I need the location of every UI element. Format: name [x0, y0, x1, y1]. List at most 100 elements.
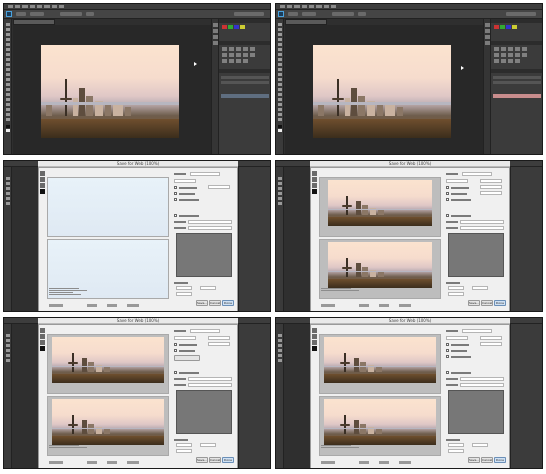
- view-tabs[interactable]: OriginalOptimized2-Up: [47, 328, 167, 343]
- zoom-tool-icon[interactable]: [312, 340, 317, 345]
- slice-select-tool-icon[interactable]: [312, 334, 317, 339]
- convert-srgb-checkbox[interactable]: [174, 371, 177, 374]
- quality-field[interactable]: [208, 185, 230, 189]
- original-preview[interactable]: [319, 177, 441, 237]
- color-table[interactable]: [176, 390, 232, 434]
- cancel-button[interactable]: Cancel: [481, 300, 493, 306]
- panel-dock[interactable]: [483, 19, 490, 154]
- optimized-preview[interactable]: [47, 396, 169, 456]
- progressive-checkbox[interactable]: [174, 343, 177, 346]
- color-table[interactable]: [448, 233, 504, 277]
- dialog-tools[interactable]: [312, 171, 318, 211]
- optimized-preview[interactable]: [47, 239, 169, 299]
- slice-select-tool-icon[interactable]: [40, 334, 45, 339]
- width-field[interactable]: [448, 286, 464, 290]
- hand-tool-icon[interactable]: [312, 171, 317, 176]
- cancel-button[interactable]: Cancel: [209, 457, 221, 463]
- progressive-checkbox[interactable]: [446, 343, 449, 346]
- width-field[interactable]: [176, 286, 192, 290]
- quality-field[interactable]: [480, 185, 502, 189]
- dialog-tools[interactable]: [40, 328, 46, 368]
- done-button[interactable]: Done: [494, 300, 506, 306]
- optimized-checkbox[interactable]: [174, 349, 177, 352]
- format-select[interactable]: [174, 336, 196, 340]
- metadata-select[interactable]: [188, 226, 232, 230]
- tools-panel[interactable]: [4, 324, 12, 468]
- color-table[interactable]: [176, 233, 232, 277]
- format-select[interactable]: [174, 179, 196, 183]
- done-button[interactable]: Done: [222, 457, 234, 463]
- done-button[interactable]: Done: [494, 457, 506, 463]
- optimized-preview[interactable]: [319, 239, 441, 299]
- view-tabs[interactable]: OriginalOptimized2-Up: [319, 171, 439, 186]
- quality-select[interactable]: [480, 336, 502, 340]
- percent-field[interactable]: [472, 443, 488, 447]
- dialog-tools[interactable]: [312, 328, 318, 368]
- format-select[interactable]: [446, 336, 468, 340]
- height-field[interactable]: [448, 449, 464, 453]
- metadata-select[interactable]: [460, 226, 504, 230]
- dialog-tools[interactable]: [40, 171, 46, 211]
- tools-panel[interactable]: [4, 167, 12, 311]
- quality-field[interactable]: [480, 342, 502, 346]
- eyedropper-color-icon[interactable]: [312, 346, 317, 351]
- metadata-select[interactable]: [460, 383, 504, 387]
- quality-field[interactable]: [208, 342, 230, 346]
- save-button[interactable]: Save...: [468, 300, 480, 306]
- panel-dock[interactable]: [211, 19, 218, 154]
- preview-select[interactable]: [460, 377, 504, 381]
- save-button[interactable]: Save...: [468, 457, 480, 463]
- preset-select[interactable]: [190, 172, 220, 176]
- done-button[interactable]: Done: [222, 300, 234, 306]
- blur-field[interactable]: [480, 191, 502, 195]
- format-select[interactable]: [446, 179, 468, 183]
- adjustments-panel[interactable]: [218, 19, 270, 154]
- width-field[interactable]: [448, 443, 464, 447]
- progressive-checkbox[interactable]: [446, 186, 449, 189]
- height-field[interactable]: [176, 449, 192, 453]
- progressive-checkbox[interactable]: [174, 186, 177, 189]
- canvas-area[interactable]: [13, 25, 211, 154]
- hand-tool-icon[interactable]: [312, 328, 317, 333]
- hand-tool-icon[interactable]: [40, 328, 45, 333]
- quality-select[interactable]: [208, 336, 230, 340]
- metadata-select[interactable]: [188, 383, 232, 387]
- optimized-checkbox[interactable]: [174, 192, 177, 195]
- slice-select-tool-icon[interactable]: [312, 177, 317, 182]
- tools-panel[interactable]: [276, 19, 284, 154]
- preview-select[interactable]: [188, 377, 232, 381]
- embed-profile-checkbox[interactable]: [446, 355, 449, 358]
- options-bar[interactable]: [4, 10, 270, 19]
- save-button[interactable]: Save...: [196, 300, 208, 306]
- canvas-area[interactable]: [285, 25, 483, 154]
- zoom-tool-icon[interactable]: [40, 183, 45, 188]
- height-field[interactable]: [176, 292, 192, 296]
- percent-field[interactable]: [200, 286, 216, 290]
- color-table[interactable]: [448, 390, 504, 434]
- original-preview[interactable]: [47, 177, 169, 237]
- adjustments-panel[interactable]: [490, 19, 542, 154]
- preset-select[interactable]: [190, 329, 220, 333]
- preview-select[interactable]: [188, 220, 232, 224]
- convert-srgb-checkbox[interactable]: [446, 214, 449, 217]
- tools-panel[interactable]: [276, 324, 284, 468]
- quality-select[interactable]: [480, 179, 502, 183]
- hand-tool-icon[interactable]: [40, 171, 45, 176]
- eyedropper-color-icon[interactable]: [40, 189, 45, 194]
- convert-srgb-checkbox[interactable]: [446, 371, 449, 374]
- convert-srgb-checkbox[interactable]: [174, 214, 177, 217]
- preview-select[interactable]: [460, 220, 504, 224]
- cancel-button[interactable]: Cancel: [209, 300, 221, 306]
- original-preview[interactable]: [47, 334, 169, 394]
- cancel-button[interactable]: Cancel: [481, 457, 493, 463]
- slice-select-tool-icon[interactable]: [40, 177, 45, 182]
- optimized-checkbox[interactable]: [446, 192, 449, 195]
- optimized-checkbox[interactable]: [446, 349, 449, 352]
- preset-select[interactable]: [462, 172, 492, 176]
- embed-profile-checkbox[interactable]: [174, 198, 177, 201]
- view-tabs[interactable]: OriginalOptimized2-Up: [319, 328, 439, 343]
- original-preview[interactable]: [319, 334, 441, 394]
- tools-panel[interactable]: [4, 19, 12, 154]
- preset-select[interactable]: [462, 329, 492, 333]
- eyedropper-color-icon[interactable]: [312, 189, 317, 194]
